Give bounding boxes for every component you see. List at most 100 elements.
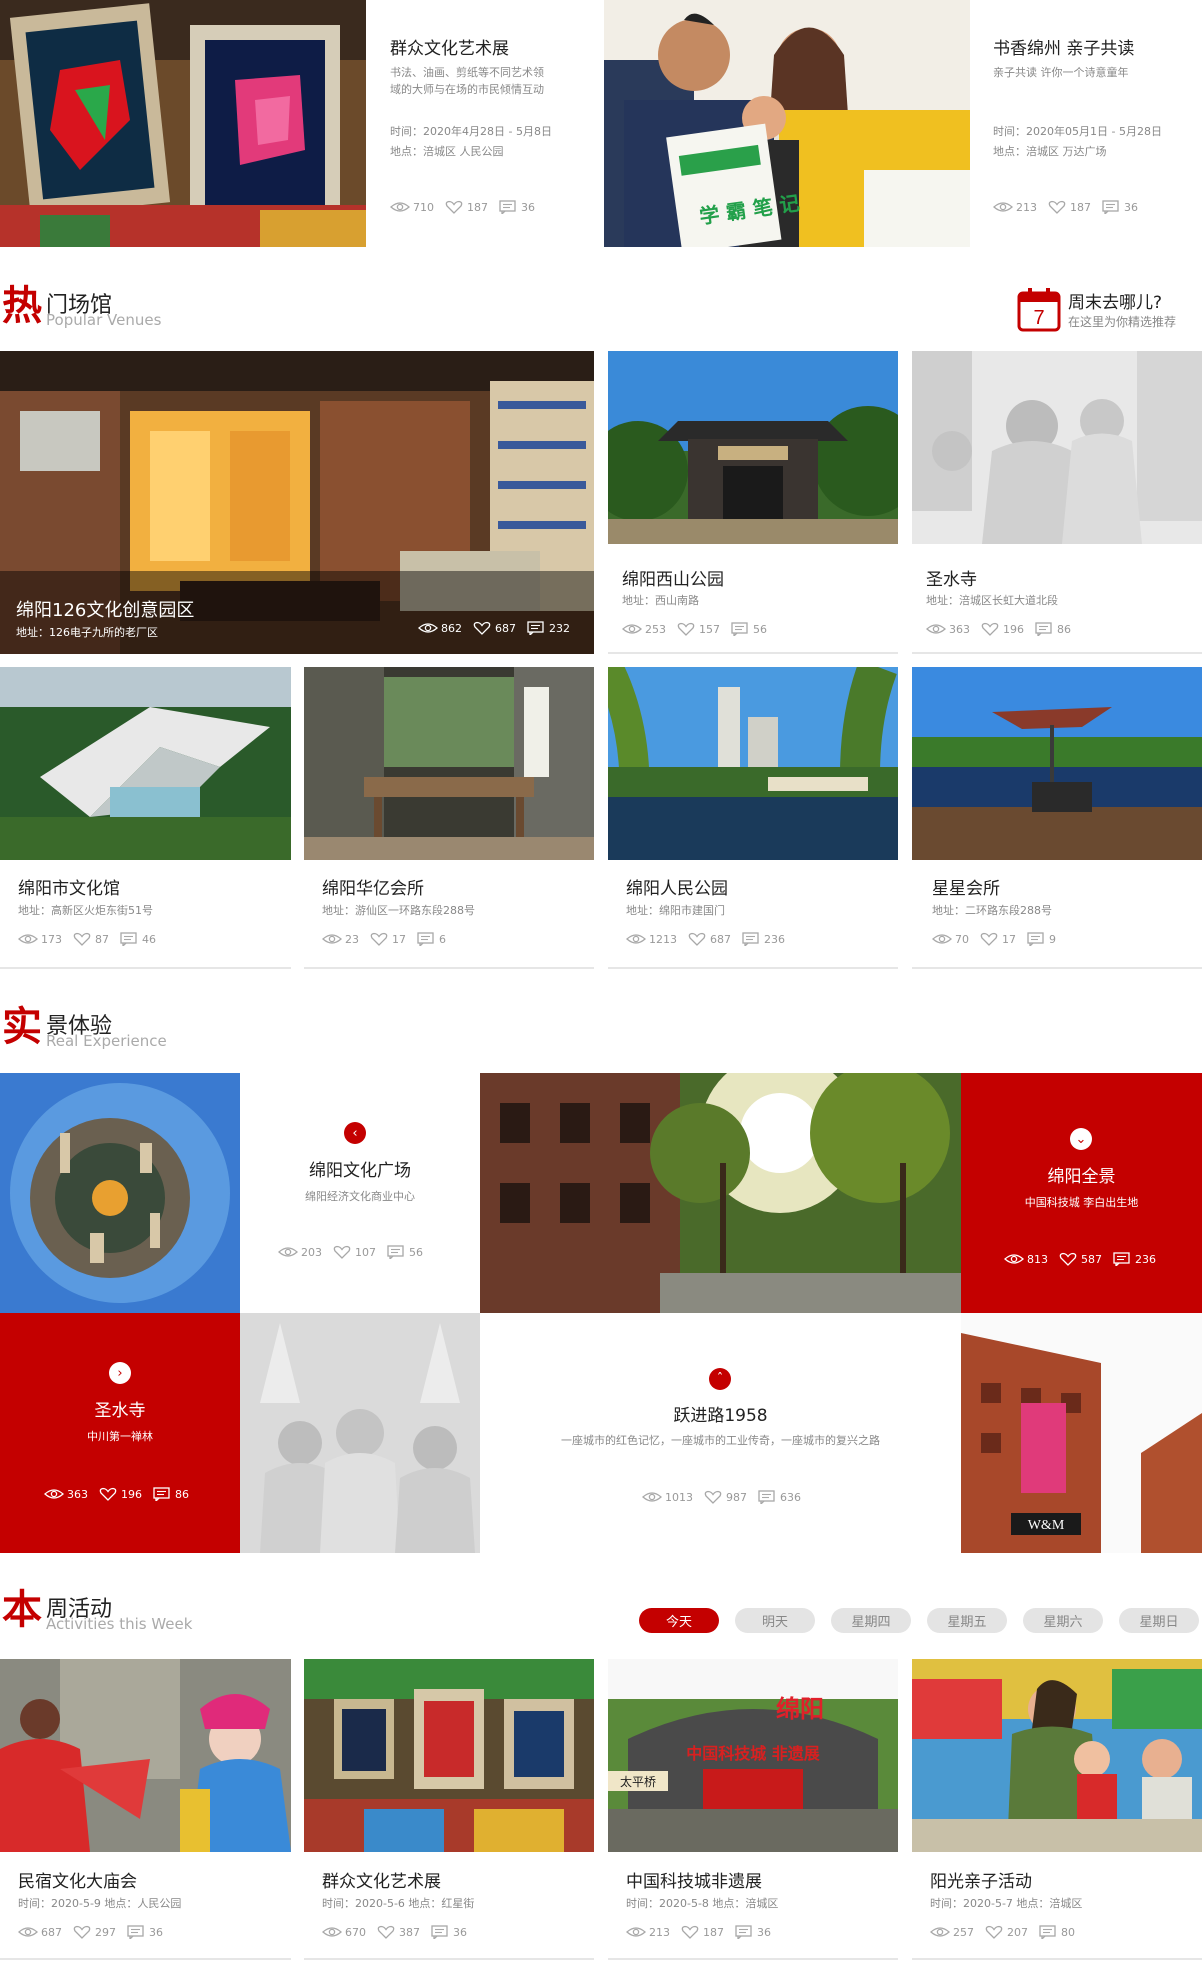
tab-friday[interactable]: 星期五 [927, 1608, 1007, 1633]
heart-icon[interactable] [984, 1925, 1004, 1939]
comment-icon[interactable] [1034, 622, 1054, 636]
activity-image-heritage-expo[interactable]: 绵阳 中国科技城 非遗展 太平桥 [608, 1659, 898, 1852]
chevron-left-icon[interactable]: ‹ [344, 1122, 366, 1144]
tab-tomorrow[interactable]: 明天 [735, 1608, 815, 1633]
venue-image-xingxing-club[interactable] [912, 667, 1202, 860]
like-count[interactable]: 17 [979, 932, 1016, 946]
comment-icon[interactable] [430, 1925, 450, 1939]
comment-icon[interactable] [526, 621, 546, 635]
like-count[interactable]: 196 [98, 1487, 142, 1501]
activity-image-temple-fair[interactable] [0, 1659, 291, 1852]
comment-count[interactable]: 6 [416, 932, 446, 946]
like-count[interactable]: 187 [680, 1925, 724, 1939]
heart-icon[interactable] [680, 1925, 700, 1939]
comment-icon[interactable] [1101, 200, 1121, 214]
heart-icon[interactable] [376, 1925, 396, 1939]
like-count[interactable]: 297 [72, 1925, 116, 1939]
tab-today[interactable]: 今天 [639, 1608, 719, 1633]
comment-count[interactable]: 56 [730, 622, 767, 636]
venue-title[interactable]: 绵阳人民公园 [626, 874, 728, 899]
activity-title[interactable]: 中国科技城非遗展 [626, 1867, 762, 1892]
chevron-up-icon[interactable]: ˆ [709, 1368, 731, 1390]
activity-title[interactable]: 阳光亲子活动 [930, 1867, 1032, 1892]
tab-saturday[interactable]: 星期六 [1023, 1608, 1103, 1633]
comment-count[interactable]: 236 [1112, 1252, 1156, 1266]
like-count[interactable]: 687 [472, 621, 516, 635]
comment-icon[interactable] [386, 1245, 406, 1259]
comment-icon[interactable] [126, 1925, 146, 1939]
heart-icon[interactable] [1047, 200, 1067, 214]
heart-icon[interactable] [332, 1245, 352, 1259]
event-image-art-exhibit[interactable] [0, 0, 366, 247]
comment-count[interactable]: 36 [126, 1925, 163, 1939]
weekend-title[interactable]: 周末去哪儿? [1068, 288, 1162, 313]
comment-icon[interactable] [757, 1490, 777, 1504]
like-count[interactable]: 196 [980, 622, 1024, 636]
venue-image-xishan-park[interactable] [608, 351, 898, 544]
like-count[interactable]: 387 [376, 1925, 420, 1939]
heart-icon[interactable] [703, 1490, 723, 1504]
comment-icon[interactable] [734, 1925, 754, 1939]
comment-count[interactable]: 56 [386, 1245, 423, 1259]
event-title[interactable]: 书香绵州 亲子共读 [993, 34, 1134, 59]
experience-image-street[interactable] [480, 1073, 961, 1313]
heart-icon[interactable] [687, 932, 707, 946]
comment-icon[interactable] [1038, 1925, 1058, 1939]
like-count[interactable]: 587 [1058, 1252, 1102, 1266]
activity-image-parent-child[interactable] [912, 1659, 1202, 1852]
comment-icon[interactable] [741, 932, 761, 946]
heart-icon[interactable] [979, 932, 999, 946]
venue-title[interactable]: 绵阳华亿会所 [322, 874, 424, 899]
comment-icon[interactable] [730, 622, 750, 636]
venue-image-culture-hall[interactable] [0, 667, 291, 860]
venue-title[interactable]: 圣水寺 [926, 565, 977, 590]
like-count[interactable]: 87 [72, 932, 109, 946]
comment-count[interactable]: 636 [757, 1490, 801, 1504]
comment-count[interactable]: 36 [734, 1925, 771, 1939]
comment-count[interactable]: 80 [1038, 1925, 1075, 1939]
heart-icon[interactable] [72, 932, 92, 946]
like-count[interactable]: 17 [369, 932, 406, 946]
venue-image-renmin-park[interactable] [608, 667, 898, 860]
heart-icon[interactable] [676, 622, 696, 636]
comment-count[interactable]: 36 [1101, 200, 1138, 214]
comment-count[interactable]: 36 [498, 200, 535, 214]
activity-title[interactable]: 民宿文化大庙会 [18, 1867, 137, 1892]
like-count[interactable]: 107 [332, 1245, 376, 1259]
comment-count[interactable]: 86 [1034, 622, 1071, 636]
like-count[interactable]: 687 [687, 932, 731, 946]
comment-count[interactable]: 9 [1026, 932, 1056, 946]
comment-icon[interactable] [416, 932, 436, 946]
venue-image-shengshui-temple[interactable] [912, 351, 1202, 544]
experience-title[interactable]: 绵阳全景 [961, 1162, 1202, 1187]
heart-icon[interactable] [472, 621, 492, 635]
tab-thursday[interactable]: 星期四 [831, 1608, 911, 1633]
activity-image-art-exhibit[interactable] [304, 1659, 594, 1852]
experience-title[interactable]: 跃进路1958 [480, 1401, 961, 1426]
comment-icon[interactable] [119, 932, 139, 946]
comment-icon[interactable] [1026, 932, 1046, 946]
venue-title[interactable]: 星星会所 [932, 874, 1000, 899]
heart-icon[interactable] [444, 200, 464, 214]
venue-title[interactable]: 绵阳126文化创意园区 [16, 596, 194, 622]
comment-count[interactable]: 232 [526, 621, 570, 635]
comment-count[interactable]: 86 [152, 1487, 189, 1501]
like-count[interactable]: 987 [703, 1490, 747, 1504]
heart-icon[interactable] [980, 622, 1000, 636]
experience-image-wm-building[interactable]: W&M [961, 1313, 1202, 1553]
heart-icon[interactable] [1058, 1252, 1078, 1266]
venue-image-huayi-club[interactable] [304, 667, 594, 860]
comment-icon[interactable] [152, 1487, 172, 1501]
tab-sunday[interactable]: 星期日 [1119, 1608, 1199, 1633]
like-count[interactable]: 207 [984, 1925, 1028, 1939]
experience-title[interactable]: 绵阳文化广场 [240, 1156, 480, 1181]
like-count[interactable]: 187 [1047, 200, 1091, 214]
experience-image-buddha-statues[interactable] [240, 1313, 480, 1553]
comment-count[interactable]: 36 [430, 1925, 467, 1939]
activity-title[interactable]: 群众文化艺术展 [322, 1867, 441, 1892]
experience-image-panorama-planet[interactable] [0, 1073, 240, 1313]
venue-title[interactable]: 绵阳西山公园 [622, 565, 724, 590]
heart-icon[interactable] [369, 932, 389, 946]
venue-title[interactable]: 绵阳市文化馆 [18, 874, 120, 899]
experience-title[interactable]: 圣水寺 [0, 1396, 240, 1421]
